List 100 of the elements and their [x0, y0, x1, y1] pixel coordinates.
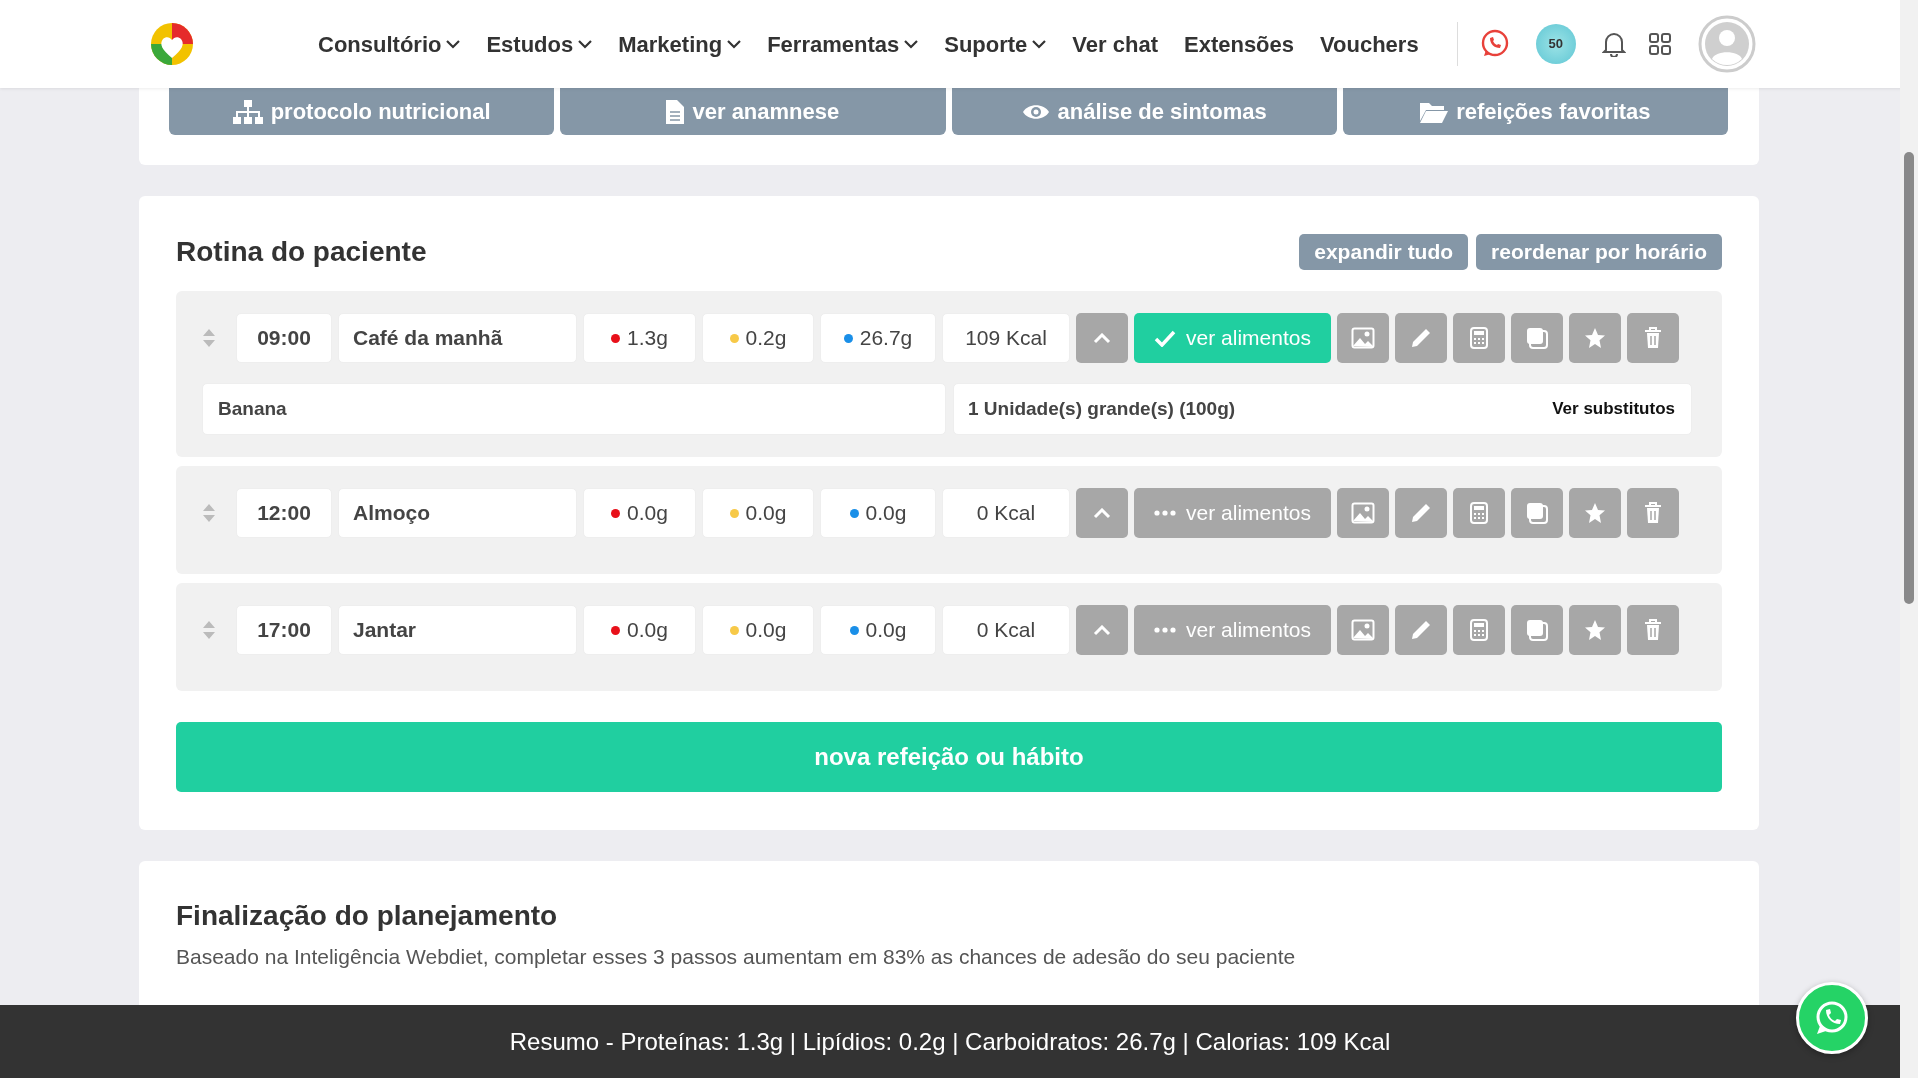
drag-handle-icon[interactable]: [202, 503, 216, 523]
nav-link[interactable]: Consultório: [318, 27, 461, 61]
macro-dot: [729, 625, 739, 635]
nav-link[interactable]: Marketing: [618, 27, 742, 61]
scrollbar[interactable]: [1900, 0, 1918, 1078]
macro-value: 0.2g: [702, 313, 814, 363]
nav-link[interactable]: Ferramentas: [767, 27, 919, 61]
chevron-up-icon: [1093, 332, 1111, 344]
favorite-button[interactable]: [1569, 488, 1621, 538]
calculator-icon: [1470, 502, 1488, 524]
check-icon: [1154, 329, 1177, 347]
collapse-button[interactable]: [1076, 488, 1128, 538]
macro-value: 0.0g: [820, 605, 936, 655]
macro-dot: [843, 333, 853, 343]
trash-icon: [1644, 619, 1662, 641]
section-title: Rotina do paciente: [176, 235, 427, 269]
summary-text: Resumo - Proteínas: 1.3g | Lipídios: 0.2g | Carboidratos: 26.7g | Calorias: 109 Kcal: [509, 1026, 1391, 1057]
image-icon: [1351, 327, 1375, 349]
logo[interactable]: [150, 22, 194, 66]
copy-button[interactable]: [1511, 313, 1563, 363]
calories-value: 109 Kcal: [942, 313, 1070, 363]
calculator-icon: [1470, 619, 1488, 641]
trash-icon: [1644, 502, 1662, 524]
nav-link[interactable]: Suporte: [944, 27, 1047, 61]
time-field[interactable]: 09:00: [236, 313, 332, 363]
drag-handle-icon[interactable]: [202, 620, 216, 640]
favorite-button[interactable]: [1569, 605, 1621, 655]
time-field[interactable]: 12:00: [236, 488, 332, 538]
pencil-icon: [1410, 619, 1432, 641]
image-icon: [1351, 502, 1375, 524]
copy-button[interactable]: [1511, 488, 1563, 538]
whatsapp-icon[interactable]: [1479, 29, 1510, 59]
macro-value: 0.0g: [702, 605, 814, 655]
calories-value: 0 Kcal: [942, 488, 1070, 538]
macro-dot: [849, 508, 859, 518]
macro-dot: [849, 625, 859, 635]
calculator-button[interactable]: [1453, 605, 1505, 655]
macro-value: 26.7g: [820, 313, 936, 363]
pencil-icon: [1410, 502, 1432, 524]
calculator-button[interactable]: [1453, 488, 1505, 538]
description-text: Baseado na Inteligência Webdiet, completar esses 3 passos aumentam em 83% as chances de adesão do seu paciente: [176, 943, 1297, 970]
calculator-icon: [1470, 327, 1488, 349]
bell-icon[interactable]: [1601, 31, 1626, 57]
calculator-button[interactable]: [1453, 313, 1505, 363]
macro-dot: [611, 625, 621, 635]
edit-button[interactable]: [1395, 488, 1447, 538]
trash-icon: [1644, 327, 1662, 349]
macro-value: 0.0g: [583, 488, 696, 538]
time-field[interactable]: 17:00: [236, 605, 332, 655]
copy-icon: [1526, 619, 1548, 641]
macro-dot: [611, 508, 621, 518]
hierarchy-icon: [232, 99, 263, 124]
nav-link[interactable]: Extensões: [1183, 27, 1295, 61]
points-badge[interactable]: 50: [1535, 24, 1576, 64]
food-quantity: 1 Unidade(s) grande(s) (100g): [968, 396, 1236, 421]
edit-button[interactable]: [1395, 605, 1447, 655]
macro-dot: [611, 333, 621, 343]
pencil-icon: [1410, 327, 1432, 349]
image-button[interactable]: [1337, 488, 1389, 538]
chevron-up-icon: [1093, 624, 1111, 636]
calories-value: 0 Kcal: [942, 605, 1070, 655]
image-button[interactable]: [1337, 605, 1389, 655]
copy-icon: [1526, 502, 1548, 524]
star-icon: [1584, 502, 1606, 524]
whatsapp-button[interactable]: [1796, 982, 1868, 1054]
macro-dot: [729, 333, 739, 343]
collapse-button[interactable]: [1076, 313, 1128, 363]
delete-button[interactable]: [1627, 313, 1679, 363]
chevron-up-icon: [1093, 507, 1111, 519]
meal-name-field[interactable]: Jantar: [338, 605, 577, 655]
phone-icon: [1814, 1000, 1850, 1036]
more-icon: [1154, 627, 1177, 633]
avatar-icon[interactable]: [1697, 15, 1756, 73]
favorite-button[interactable]: [1569, 313, 1621, 363]
apps-grid-icon[interactable]: [1647, 32, 1672, 56]
delete-button[interactable]: [1627, 605, 1679, 655]
image-button[interactable]: [1337, 313, 1389, 363]
macro-dot: [729, 508, 739, 518]
edit-button[interactable]: [1395, 313, 1447, 363]
macro-value: 0.0g: [702, 488, 814, 538]
document-icon: [666, 99, 685, 124]
more-icon: [1154, 510, 1177, 516]
meal-name-field[interactable]: Almoço: [338, 488, 577, 538]
collapse-button[interactable]: [1076, 605, 1128, 655]
meal-name-field[interactable]: Café da manhã: [338, 313, 577, 363]
macro-value: 0.0g: [583, 605, 696, 655]
nav-link[interactable]: Vouchers: [1320, 27, 1419, 61]
nav-link[interactable]: Ver chat: [1072, 27, 1158, 61]
drag-handle-icon[interactable]: [202, 328, 216, 348]
section-title: Finalização do planejamento: [176, 899, 559, 933]
image-icon: [1351, 619, 1375, 641]
nav-link[interactable]: Estudos: [486, 27, 593, 61]
folder-icon: [1420, 100, 1449, 123]
star-icon: [1584, 327, 1606, 349]
substitutes-link[interactable]: Ver substitutos: [1552, 396, 1675, 422]
copy-button[interactable]: [1511, 605, 1563, 655]
star-icon: [1584, 619, 1606, 641]
macro-value: 1.3g: [583, 313, 696, 363]
delete-button[interactable]: [1627, 488, 1679, 538]
macro-value: 0.0g: [820, 488, 936, 538]
